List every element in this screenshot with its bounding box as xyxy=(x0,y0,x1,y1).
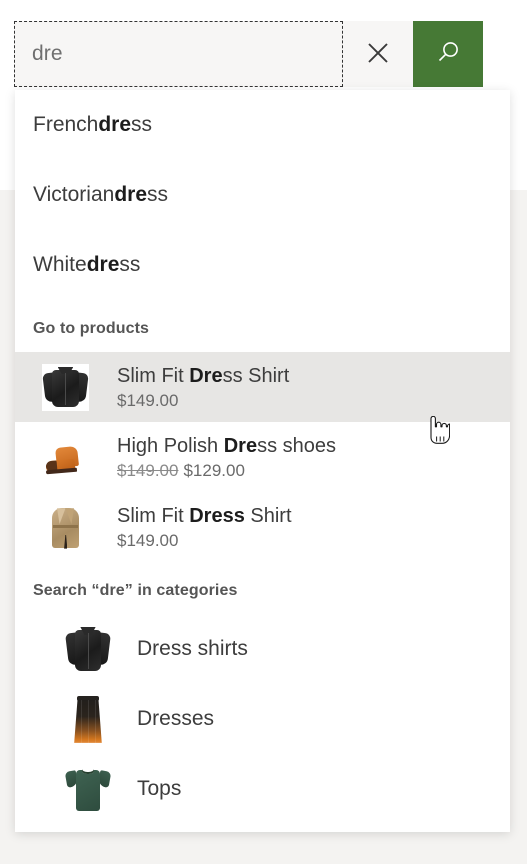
product-text: High Polish Dress shoes $149.00 $129.00 xyxy=(117,434,336,481)
product-text: Slim Fit Dress Shirt $149.00 xyxy=(117,504,292,551)
dark-dress-shirt-thumbnail xyxy=(65,623,111,675)
suggestion-query-row[interactable]: French dre ss xyxy=(15,90,510,160)
product-title: High Polish Dress shoes xyxy=(117,434,336,459)
product-title: Slim Fit Dress Shirt xyxy=(117,364,289,389)
product-current-price: $149.00 xyxy=(117,390,179,410)
product-current-price: $149.00 xyxy=(117,530,179,550)
suggestion-suffix: ss xyxy=(119,253,141,276)
suggestion-prefix: Victorian xyxy=(33,183,115,206)
category-label: Tops xyxy=(137,777,182,800)
submit-search-button[interactable] xyxy=(413,21,483,87)
product-price: $149.00 $129.00 xyxy=(117,461,336,481)
search-input[interactable] xyxy=(32,42,342,66)
product-suggestion-row[interactable]: Slim Fit Dress Shirt $149.00 xyxy=(15,492,510,562)
category-label: Dress shirts xyxy=(137,637,248,660)
product-title-prefix: Slim Fit xyxy=(117,504,190,527)
orange-boot-thumbnail xyxy=(42,433,89,481)
category-suggestion-row[interactable]: Dresses xyxy=(15,684,510,754)
search-icon xyxy=(433,38,463,71)
search-bar xyxy=(14,21,483,87)
search-input-container[interactable] xyxy=(14,21,343,87)
category-label: Dresses xyxy=(137,707,215,730)
products-section-header: Go to products xyxy=(33,320,150,337)
suggestion-query-row[interactable]: White dre ss xyxy=(15,230,510,300)
product-text: Slim Fit Dress Shirt $149.00 xyxy=(117,364,289,411)
product-current-price: $129.00 xyxy=(183,460,245,480)
suggestion-prefix: White xyxy=(33,253,87,276)
product-title-match: Dre xyxy=(189,364,223,387)
suggestion-match: dre xyxy=(86,253,120,276)
product-suggestion-row[interactable]: Slim Fit Dress Shirt $149.00 xyxy=(15,352,510,422)
product-title-prefix: Slim Fit xyxy=(117,364,190,387)
product-title-suffix: ss shoes xyxy=(257,434,337,457)
suggestion-suffix: ss xyxy=(131,113,153,136)
tan-trench-coat-thumbnail xyxy=(42,503,89,551)
product-title-suffix: ss Shirt xyxy=(222,364,290,387)
product-title-match: Dress xyxy=(189,504,245,527)
suggestion-match: dre xyxy=(114,183,148,206)
product-title-prefix: High Polish xyxy=(117,434,224,457)
product-price: $149.00 xyxy=(117,531,292,551)
product-suggestion-row[interactable]: High Polish Dress shoes $149.00 $129.00 xyxy=(15,422,510,492)
long-skirt-thumbnail xyxy=(65,693,111,745)
suggestion-query-row[interactable]: Victorian dre ss xyxy=(15,160,510,230)
category-suggestion-row[interactable]: Tops xyxy=(15,754,510,824)
product-price: $149.00 xyxy=(117,391,289,411)
product-title-match: Dre xyxy=(223,434,258,457)
suggestion-match: dre xyxy=(98,113,132,136)
suggestion-prefix: French xyxy=(33,113,99,136)
product-old-price: $149.00 xyxy=(117,460,179,480)
suggestion-suffix: ss xyxy=(147,183,169,206)
product-title: Slim Fit Dress Shirt xyxy=(117,504,292,529)
clear-search-button[interactable] xyxy=(343,21,413,87)
search-suggestions-panel: French dre ss Victorian dre ss White dre ss… xyxy=(15,90,510,832)
product-title-suffix: Shirt xyxy=(244,504,292,527)
green-tshirt-thumbnail xyxy=(65,763,111,815)
dark-dress-shirt-thumbnail xyxy=(42,363,89,411)
category-suggestion-row[interactable]: Dress shirts xyxy=(15,614,510,684)
close-icon xyxy=(365,40,391,69)
categories-section-header: Search “dre” in categories xyxy=(33,582,238,599)
